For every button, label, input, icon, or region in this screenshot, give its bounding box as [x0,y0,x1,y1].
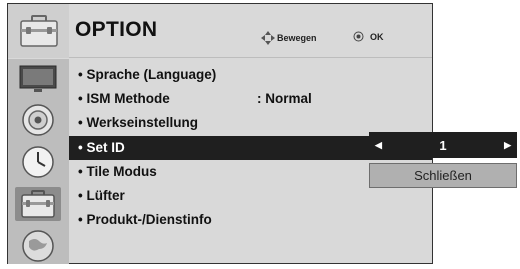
set-id-popup: ◀ 1 ▶ Schließen [369,132,517,188]
close-button[interactable]: Schließen [369,163,517,188]
set-id-value: 1 [439,137,447,153]
right-arrow-icon[interactable]: ▶ [504,140,511,151]
page-title: OPTION [75,18,158,41]
menu-item-label: • Tile Modus [78,164,157,179]
ok-hint-label: OK [370,31,384,42]
category-sidebar [8,59,69,264]
menu-item-product-info[interactable]: • Produkt-/Dienstinfo [69,208,432,232]
briefcase-icon [8,4,69,58]
briefcase-icon[interactable] [15,187,61,221]
menu-item-label: • Set ID [78,140,125,155]
navigation-hint-label: Bewegen [277,33,317,43]
left-arrow-icon[interactable]: ◀ [375,140,382,151]
menu-item-language[interactable]: • Sprache (Language) [69,63,432,87]
ok-hint: OK [353,31,384,42]
menu-item-ism-method[interactable]: • ISM Methode : Normal [69,87,432,111]
ok-circle-icon [353,31,364,42]
menu-item-label: • Sprache (Language) [78,67,217,82]
menu-header: OPTION Bewegen OK [8,4,432,58]
speaker-icon[interactable] [15,103,61,137]
navigation-hint: Bewegen [261,31,317,45]
menu-item-label: • Werkseinstellung [78,115,199,130]
menu-item-value: : Normal [257,91,312,106]
four-way-arrows-icon [261,31,275,45]
menu-item-label: • Lüfter [78,188,125,203]
clock-icon[interactable] [15,145,61,179]
menu-item-label: • Produkt-/Dienstinfo [78,212,212,227]
globe-icon[interactable] [15,229,61,263]
tv-screen-icon[interactable] [15,62,61,96]
set-id-stepper[interactable]: ◀ 1 ▶ [369,132,517,158]
menu-item-label: • ISM Methode [78,91,170,106]
